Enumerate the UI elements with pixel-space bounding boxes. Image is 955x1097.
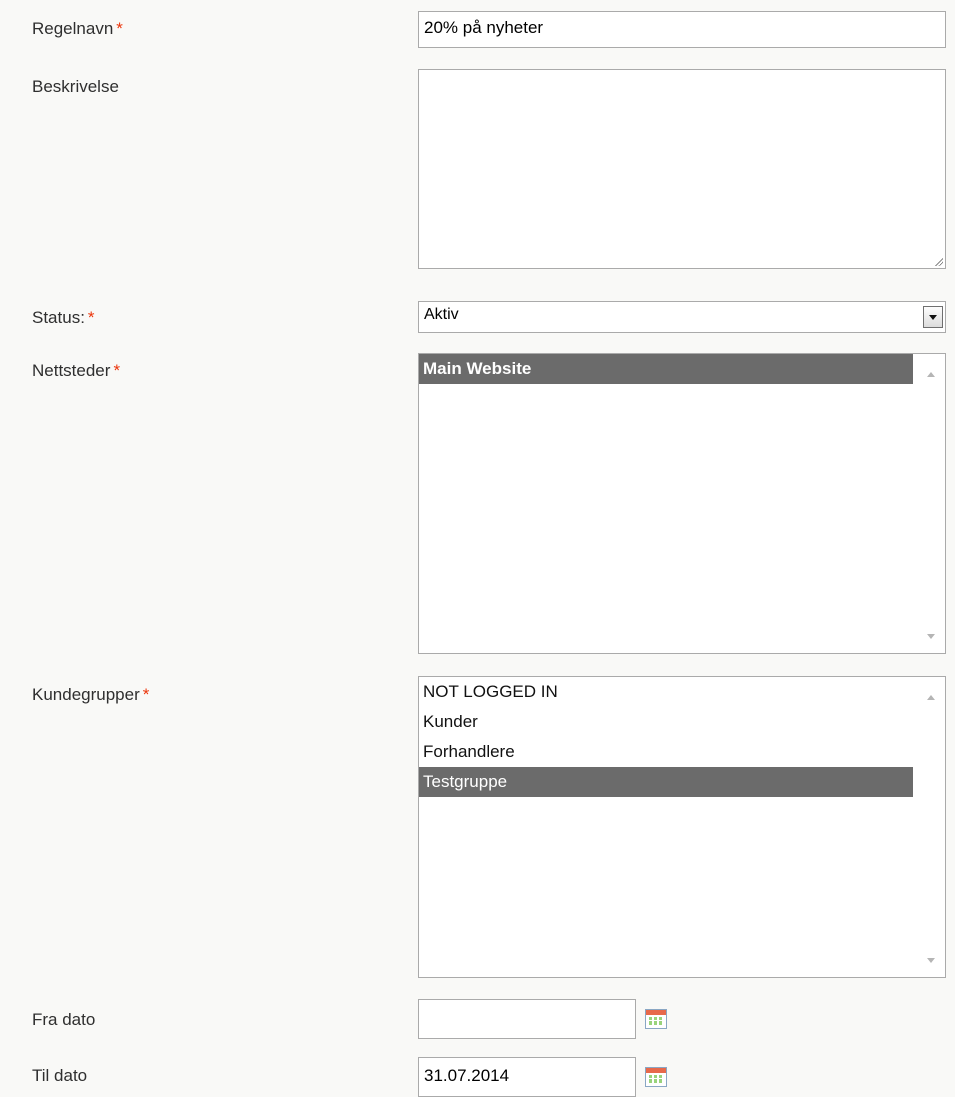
calendar-icon[interactable]: [645, 1009, 667, 1029]
required-star: *: [87, 308, 95, 327]
resize-grip-icon[interactable]: [934, 257, 943, 266]
from-date-input[interactable]: [418, 999, 636, 1039]
rule-name-label-text: Regelnavn: [32, 19, 114, 38]
websites-scrollbar[interactable]: [917, 354, 945, 653]
required-star: *: [116, 19, 123, 38]
customer-groups-label-text: Kundegrupper: [32, 685, 140, 704]
description-textarea[interactable]: [418, 69, 946, 269]
scroll-up-icon[interactable]: [927, 372, 935, 377]
customer-groups-label: Kundegrupper *: [32, 685, 149, 705]
to-date-input[interactable]: 31.07.2014: [418, 1057, 636, 1097]
customer-groups-scrollbar[interactable]: [917, 677, 945, 977]
calendar-icon[interactable]: [645, 1067, 667, 1087]
calendar-header: [646, 1068, 666, 1073]
calendar-grid: [649, 1075, 663, 1083]
customer-group-option[interactable]: Testgruppe: [419, 767, 913, 797]
calendar-header: [646, 1010, 666, 1015]
scroll-down-icon[interactable]: [927, 634, 935, 639]
scroll-up-icon[interactable]: [927, 695, 935, 700]
required-star: *: [113, 361, 121, 380]
description-label: Beskrivelse: [32, 77, 119, 96]
rule-name-input[interactable]: 20% på nyheter: [418, 11, 946, 48]
required-star: *: [142, 685, 150, 704]
websites-multiselect[interactable]: Main Website: [418, 353, 946, 654]
chevron-down-icon[interactable]: [923, 306, 943, 328]
websites-label-text: Nettsteder: [32, 361, 111, 380]
customer-group-option[interactable]: NOT LOGGED IN: [419, 677, 913, 707]
customer-group-option[interactable]: Kunder: [419, 707, 913, 737]
scroll-down-icon[interactable]: [927, 958, 935, 963]
websites-label: Nettsteder *: [32, 361, 120, 381]
status-selected-value: Aktiv: [424, 306, 459, 323]
from-date-label: Fra dato: [32, 1010, 96, 1029]
website-option[interactable]: Main Website: [419, 354, 913, 384]
rule-name-label: Regelnavn *: [32, 19, 123, 39]
customer-groups-multiselect[interactable]: NOT LOGGED IN Kunder Forhandlere Testgru…: [418, 676, 946, 978]
status-label: Status: *: [32, 308, 95, 328]
status-label-text: Status:: [32, 308, 85, 327]
customer-group-option[interactable]: Forhandlere: [419, 737, 913, 767]
to-date-label: Til dato: [32, 1066, 88, 1085]
status-select[interactable]: Aktiv: [418, 301, 946, 333]
calendar-grid: [649, 1017, 663, 1025]
